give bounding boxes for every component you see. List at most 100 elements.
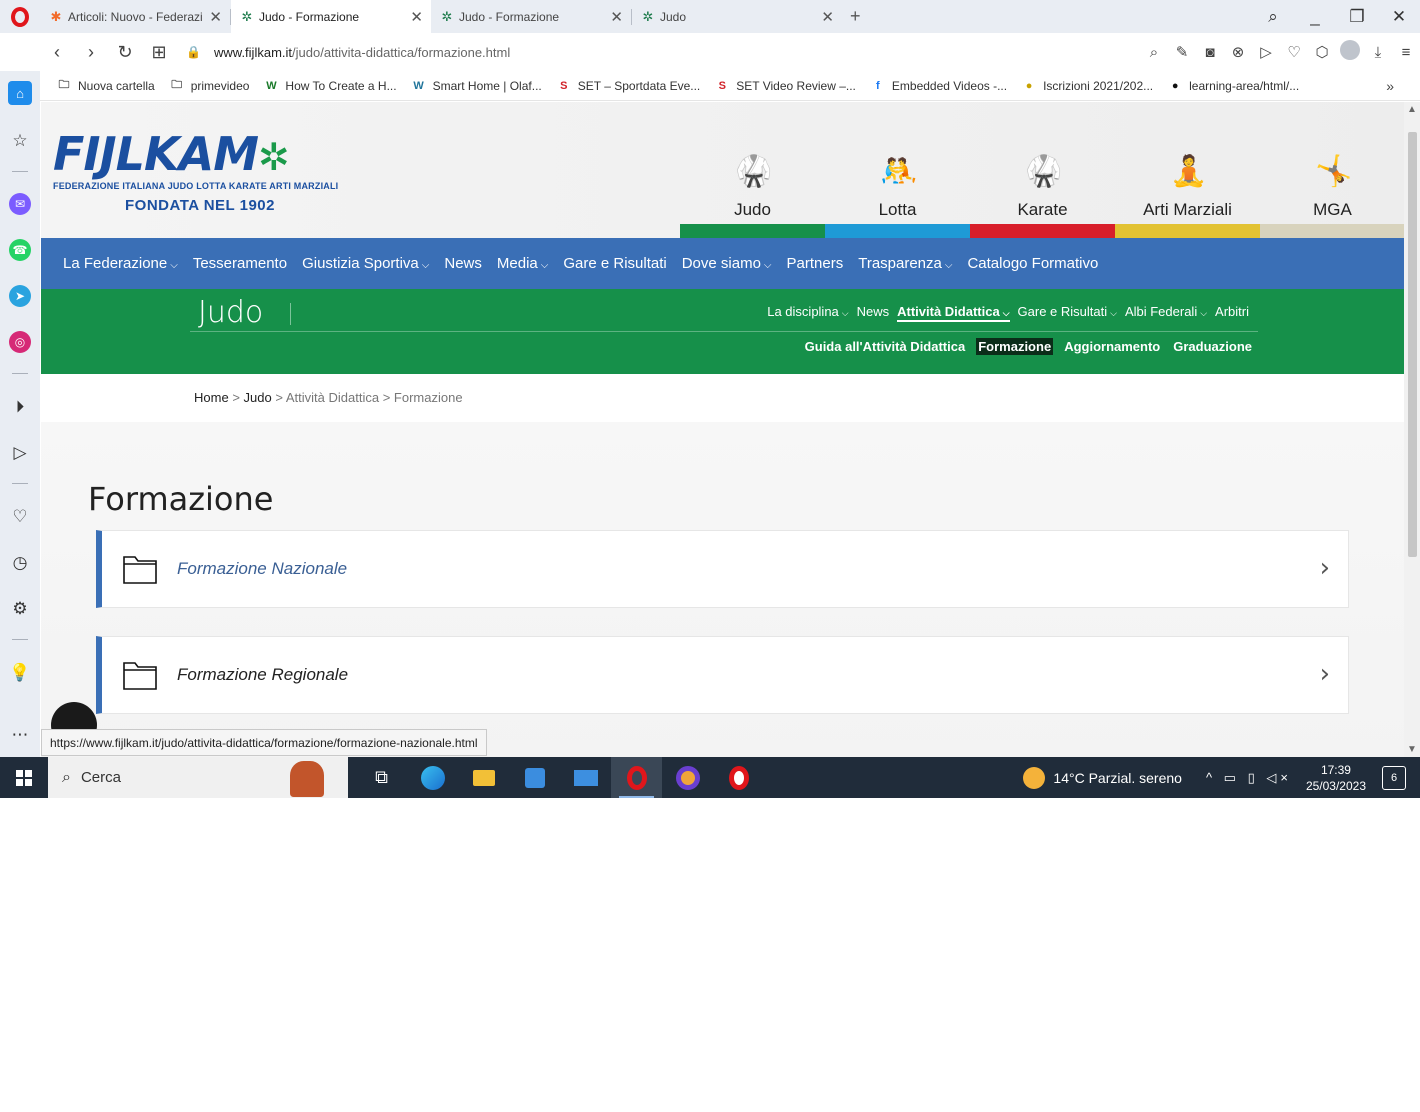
search-page-icon[interactable]: ⌕ (1140, 44, 1168, 61)
bookmark-item[interactable]: f Embedded Videos -... (870, 79, 1007, 93)
main-nav-item[interactable]: Trasparenza ⌵ (858, 255, 952, 272)
back-button[interactable]: ‹ (40, 42, 74, 63)
discipline-mga[interactable]: 🤸 MGA (1260, 132, 1404, 238)
main-nav-item[interactable]: Partners (787, 255, 844, 272)
start-button[interactable] (0, 757, 48, 798)
folder-card[interactable]: Formazione Regionale › (96, 636, 1349, 714)
discipline-judo[interactable]: 🥋 Judo (680, 132, 825, 238)
tab-close-icon[interactable]: ✕ (410, 8, 423, 26)
forward-button[interactable]: › (74, 42, 108, 63)
send-icon[interactable]: ▷ (1252, 43, 1280, 61)
weather-widget[interactable]: 14°C Parzial. sereno (1023, 766, 1182, 789)
task-view-icon[interactable]: ⧉ (356, 757, 407, 798)
player-icon[interactable]: ⏵ (8, 395, 32, 419)
section-nav-item[interactable]: Albi Federali ⌵ (1125, 304, 1207, 322)
section-subnav-item[interactable]: Guida all'Attività Didattica (803, 338, 968, 355)
edge-icon[interactable] (407, 757, 458, 798)
home-icon[interactable]: ⌂ (8, 81, 32, 105)
notification-center-icon[interactable]: 6 (1382, 765, 1406, 790)
more-icon[interactable]: ⋯ (8, 723, 32, 747)
camera-icon[interactable]: ◙ (1196, 44, 1224, 61)
store-icon[interactable] (509, 757, 560, 798)
speed-dial-icon[interactable]: ⊞ (142, 42, 176, 63)
section-subnav-item[interactable]: Aggiornamento (1062, 338, 1162, 355)
section-nav-item[interactable]: Gare e Risultati ⌵ (1018, 304, 1117, 322)
main-nav-item[interactable]: Tesseramento (193, 255, 287, 272)
bookmark-item[interactable]: W Smart Home | Olaf... (411, 79, 541, 93)
settings-icon[interactable]: ⚙ (8, 597, 32, 621)
breadcrumb-attivita[interactable]: Attività Didattica (286, 390, 379, 405)
bookmark-item[interactable]: 🗀 Nuova cartella (56, 79, 155, 93)
favorites-heart-icon[interactable]: ♡ (8, 505, 32, 529)
scroll-up-icon[interactable]: ▲ (1406, 104, 1418, 115)
breadcrumb-home[interactable]: Home (194, 390, 229, 405)
section-nav-item[interactable]: Arbitri (1215, 304, 1249, 322)
file-explorer-icon[interactable] (458, 757, 509, 798)
url-field[interactable]: www.fijlkam.it/judo/attivita-didattica/f… (214, 45, 510, 60)
opera-menu-button[interactable] (0, 0, 40, 33)
tab-search-icon[interactable]: ⌕ (1252, 7, 1294, 27)
main-nav-item[interactable]: La Federazione ⌵ (63, 255, 178, 272)
heart-icon[interactable]: ♡ (1280, 43, 1308, 61)
breadcrumb-judo[interactable]: Judo (244, 390, 272, 405)
bookmark-item[interactable]: S SET Video Review –... (714, 79, 856, 93)
section-subnav-item[interactable]: Graduazione (1171, 338, 1254, 355)
main-nav-item[interactable]: Media ⌵ (497, 255, 548, 272)
bookmark-item[interactable]: W How To Create a H... (263, 79, 396, 93)
bookmarks-more-button[interactable]: » (1386, 78, 1394, 94)
messenger-icon[interactable]: ✉ (9, 193, 31, 215)
main-nav-item[interactable]: Dove siamo ⌵ (682, 255, 772, 272)
bookmark-item[interactable]: S SET – Sportdata Eve... (556, 79, 700, 93)
main-nav-item[interactable]: Gare e Risultati (563, 255, 666, 272)
menu-icon[interactable]: ≡ (1392, 44, 1420, 61)
new-tab-button[interactable]: + (842, 6, 869, 27)
block-ads-icon[interactable]: ⊗ (1224, 43, 1252, 61)
main-nav-item[interactable]: News (444, 255, 482, 272)
discipline-arti-marziali[interactable]: 🧘 Arti Marziali (1115, 132, 1260, 238)
clock[interactable]: 17:39 25/03/2023 (1306, 762, 1366, 794)
browser-tab[interactable]: ✲ Judo - Formazione ✕ (231, 0, 431, 33)
edit-icon[interactable]: ✎ (1168, 43, 1196, 61)
bookmark-item[interactable]: ● learning-area/html/... (1167, 79, 1299, 93)
download-icon[interactable]: ⤓ (1364, 44, 1392, 61)
lock-icon[interactable]: 🔒 (186, 45, 201, 59)
telegram-icon[interactable]: ➤ (9, 285, 31, 307)
maximize-button[interactable]: ❐ (1336, 7, 1378, 27)
browser-tab[interactable]: ✲ Judo - Formazione ✕ (431, 0, 631, 33)
cube-icon[interactable]: ⬡ (1308, 43, 1336, 61)
profile-icon[interactable] (1336, 40, 1364, 64)
bookmark-item[interactable]: 🗀 primevideo (169, 79, 249, 93)
tab-close-icon[interactable]: ✕ (610, 8, 623, 26)
close-window-button[interactable]: ✕ (1378, 7, 1420, 27)
brave-icon[interactable] (662, 757, 713, 798)
tab-close-icon[interactable]: ✕ (209, 8, 222, 26)
main-nav-item[interactable]: Giustizia Sportiva ⌵ (302, 255, 429, 272)
section-nav-item[interactable]: News (857, 304, 890, 322)
section-nav-item[interactable]: La disciplina ⌵ (767, 304, 848, 322)
tab-close-icon[interactable]: ✕ (821, 8, 834, 26)
whatsapp-icon[interactable]: ☎ (9, 239, 31, 261)
history-icon[interactable]: ◷ (8, 551, 32, 575)
flow-icon[interactable]: ▷ (8, 441, 32, 465)
reload-button[interactable]: ↻ (108, 42, 142, 63)
star-icon[interactable]: ☆ (8, 129, 32, 153)
opera-gx-icon[interactable] (713, 757, 764, 798)
scrollbar-thumb[interactable] (1408, 132, 1417, 557)
section-subnav-item[interactable]: Formazione (976, 338, 1054, 355)
folder-card[interactable]: Formazione Nazionale › (96, 530, 1349, 608)
discipline-lotta[interactable]: 🤼 Lotta (825, 132, 970, 238)
browser-tab[interactable]: ✲ Judo ✕ (632, 0, 842, 33)
fijlkam-logo[interactable]: FIJLKAM✲ FEDERAZIONE ITALIANA JUDO LOTTA… (53, 130, 338, 214)
minimize-button[interactable]: _ (1294, 7, 1336, 27)
instagram-icon[interactable]: ◎ (9, 331, 31, 353)
opera-taskbar-icon[interactable] (611, 757, 662, 798)
bookmark-item[interactable]: ● Iscrizioni 2021/202... (1021, 79, 1153, 93)
discipline-karate[interactable]: 🥋 Karate (970, 132, 1115, 238)
tray-icons[interactable]: ^ ▭ ▯ ◁× (1206, 770, 1292, 786)
main-nav-item[interactable]: Catalogo Formativo (967, 255, 1098, 272)
tips-bulb-icon[interactable]: 💡 (8, 661, 32, 685)
section-nav-item[interactable]: Attività Didattica ⌵ (897, 304, 1010, 322)
page-scrollbar[interactable]: ▲ ▼ (1404, 102, 1420, 757)
scroll-down-icon[interactable]: ▼ (1406, 744, 1418, 755)
browser-tab[interactable]: ✱ Articoli: Nuovo - Federazio ✕ (40, 0, 230, 33)
